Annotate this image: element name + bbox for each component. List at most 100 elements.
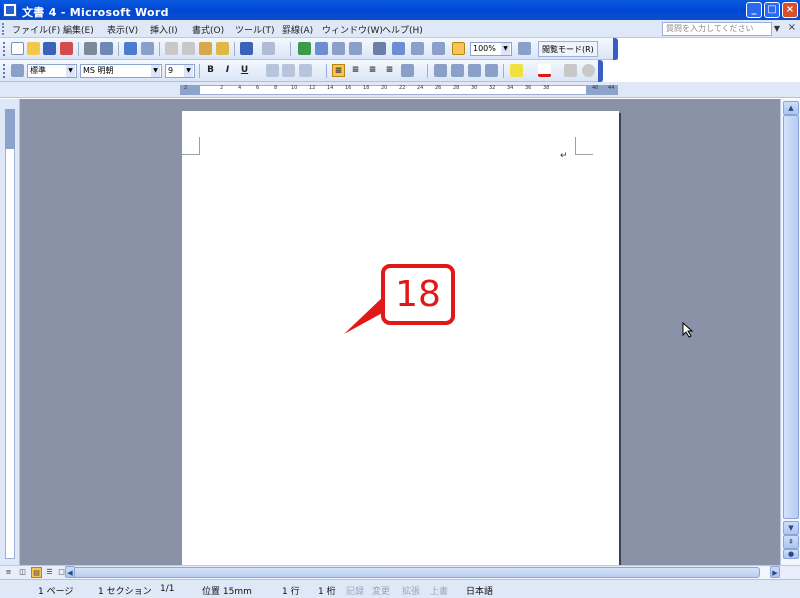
- show-hide-icon[interactable]: [432, 42, 445, 55]
- align-right-button[interactable]: ≡: [366, 64, 379, 77]
- browse-object-icon[interactable]: ●: [783, 549, 799, 559]
- scroll-down-icon[interactable]: ▼: [783, 521, 799, 535]
- document-map-icon[interactable]: [411, 42, 424, 55]
- undo-icon[interactable]: [240, 42, 253, 55]
- toolbar-grip[interactable]: [3, 42, 6, 56]
- toolbar-options-icon[interactable]: [613, 38, 618, 60]
- ruler-tick: 6: [256, 85, 260, 91]
- status-trk[interactable]: 変更: [372, 584, 390, 597]
- char-scale-icon[interactable]: [299, 64, 312, 77]
- justify-button[interactable]: ≡: [332, 64, 345, 77]
- drawing-icon[interactable]: [392, 42, 405, 55]
- menubar-grip[interactable]: [2, 23, 5, 35]
- word-app-icon[interactable]: [3, 3, 17, 17]
- print-layout-icon[interactable]: ▤: [31, 567, 42, 578]
- copy-icon[interactable]: [182, 42, 195, 55]
- font-size-select[interactable]: 9 ▼: [165, 64, 195, 78]
- redo-icon[interactable]: [262, 42, 275, 55]
- menu-edit[interactable]: 編集(E): [63, 23, 94, 36]
- document-page[interactable]: ↵: [182, 111, 619, 571]
- minimize-button[interactable]: _: [746, 2, 762, 18]
- menu-insert[interactable]: 挿入(I): [150, 23, 178, 36]
- status-ext[interactable]: 拡張: [402, 584, 420, 597]
- formatting-marks-icon[interactable]: [452, 42, 465, 55]
- prev-page-icon[interactable]: ⇞: [783, 535, 799, 549]
- vertical-ruler-strip[interactable]: [5, 109, 15, 559]
- menu-view[interactable]: 表示(V): [107, 23, 138, 36]
- enclose-char-icon[interactable]: [582, 64, 595, 77]
- increase-indent-icon[interactable]: [485, 64, 498, 77]
- print-preview-icon[interactable]: [100, 42, 113, 55]
- horizontal-scroll-thumb[interactable]: [70, 567, 760, 578]
- status-language: 日本語: [466, 587, 494, 597]
- web-layout-icon[interactable]: ◫: [17, 567, 28, 578]
- save-icon[interactable]: [43, 42, 56, 55]
- horizontal-ruler: 2 2 4 6 8 10 12 14 16 18 20 22 24 26 28 …: [0, 82, 800, 98]
- vertical-scroll-thumb[interactable]: [783, 115, 799, 519]
- font-color-icon[interactable]: [538, 64, 551, 77]
- outline-view-icon[interactable]: ☰: [44, 567, 55, 578]
- toolbar-options-icon[interactable]: [598, 60, 603, 82]
- status-page-of: 1/1: [160, 584, 175, 594]
- tables-borders-icon[interactable]: [315, 42, 328, 55]
- menu-format[interactable]: 書式(O): [192, 23, 224, 36]
- ruler-tick: 16: [345, 85, 352, 91]
- close-button[interactable]: ×: [782, 2, 798, 18]
- print-icon[interactable]: [84, 42, 97, 55]
- maximize-button[interactable]: □: [764, 2, 780, 18]
- align-center-button[interactable]: ≡: [349, 64, 362, 77]
- chevron-down-icon[interactable]: ▼: [66, 65, 75, 77]
- chevron-down-icon[interactable]: ▼: [501, 43, 510, 55]
- menu-help[interactable]: ヘルプ(H): [382, 23, 423, 36]
- open-folder-icon[interactable]: [27, 42, 40, 55]
- scroll-right-icon[interactable]: ▶: [770, 566, 780, 578]
- document-close-button[interactable]: ×: [788, 22, 796, 33]
- underline-button[interactable]: U: [238, 64, 251, 77]
- toolbar-separator: [78, 42, 79, 56]
- format-painter-icon[interactable]: [216, 42, 229, 55]
- zoom-select[interactable]: 100% ▼: [470, 42, 512, 56]
- chevron-down-icon[interactable]: ▼: [151, 65, 160, 77]
- toolbar-grip[interactable]: [3, 64, 6, 78]
- phonetic-guide-icon[interactable]: [564, 64, 577, 77]
- menu-table[interactable]: 罫線(A): [282, 23, 313, 36]
- vertical-scrollbar[interactable]: ▲ ▼ ⇞ ●: [780, 99, 800, 565]
- columns-icon[interactable]: [373, 42, 386, 55]
- status-ovr[interactable]: 上書: [430, 584, 448, 597]
- research-icon[interactable]: [141, 42, 154, 55]
- cut-icon[interactable]: [165, 42, 178, 55]
- distribute-button[interactable]: ≡: [383, 64, 396, 77]
- styles-formatting-icon[interactable]: [11, 64, 24, 77]
- status-rec[interactable]: 記録: [346, 584, 364, 597]
- hyperlink-icon[interactable]: [298, 42, 311, 55]
- chevron-down-icon[interactable]: ▼: [184, 65, 193, 77]
- style-select[interactable]: 標準 ▼: [27, 64, 77, 78]
- insert-table-icon[interactable]: [332, 42, 345, 55]
- reading-mode-button[interactable]: 閲覧モード(R): [538, 41, 598, 57]
- font-select[interactable]: MS 明朝 ▼: [80, 64, 162, 78]
- ruler-tick: 24: [417, 85, 424, 91]
- line-spacing-icon[interactable]: [401, 64, 414, 77]
- menu-file[interactable]: ファイル(F): [12, 23, 60, 36]
- menu-tools[interactable]: ツール(T): [235, 23, 275, 36]
- char-border-icon[interactable]: [266, 64, 279, 77]
- spelling-icon[interactable]: [124, 42, 137, 55]
- char-shading-icon[interactable]: [282, 64, 295, 77]
- normal-view-icon[interactable]: ≡: [3, 567, 14, 578]
- help-dropdown-icon[interactable]: ▼: [772, 22, 782, 36]
- new-document-icon[interactable]: [11, 42, 24, 55]
- italic-button[interactable]: I: [221, 64, 234, 77]
- highlight-icon[interactable]: [510, 64, 523, 77]
- numbering-icon[interactable]: [434, 64, 447, 77]
- insert-excel-icon[interactable]: [349, 42, 362, 55]
- bold-button[interactable]: B: [204, 64, 217, 77]
- decrease-indent-icon[interactable]: [468, 64, 481, 77]
- help-search-input[interactable]: 質問を入力してください: [662, 22, 772, 36]
- permission-icon[interactable]: [60, 42, 73, 55]
- help-icon[interactable]: [518, 42, 531, 55]
- paste-icon[interactable]: [199, 42, 212, 55]
- menu-window[interactable]: ウィンドウ(W): [322, 23, 383, 36]
- scroll-up-icon[interactable]: ▲: [783, 101, 799, 115]
- bullets-icon[interactable]: [451, 64, 464, 77]
- scroll-left-icon[interactable]: ◀: [65, 566, 75, 578]
